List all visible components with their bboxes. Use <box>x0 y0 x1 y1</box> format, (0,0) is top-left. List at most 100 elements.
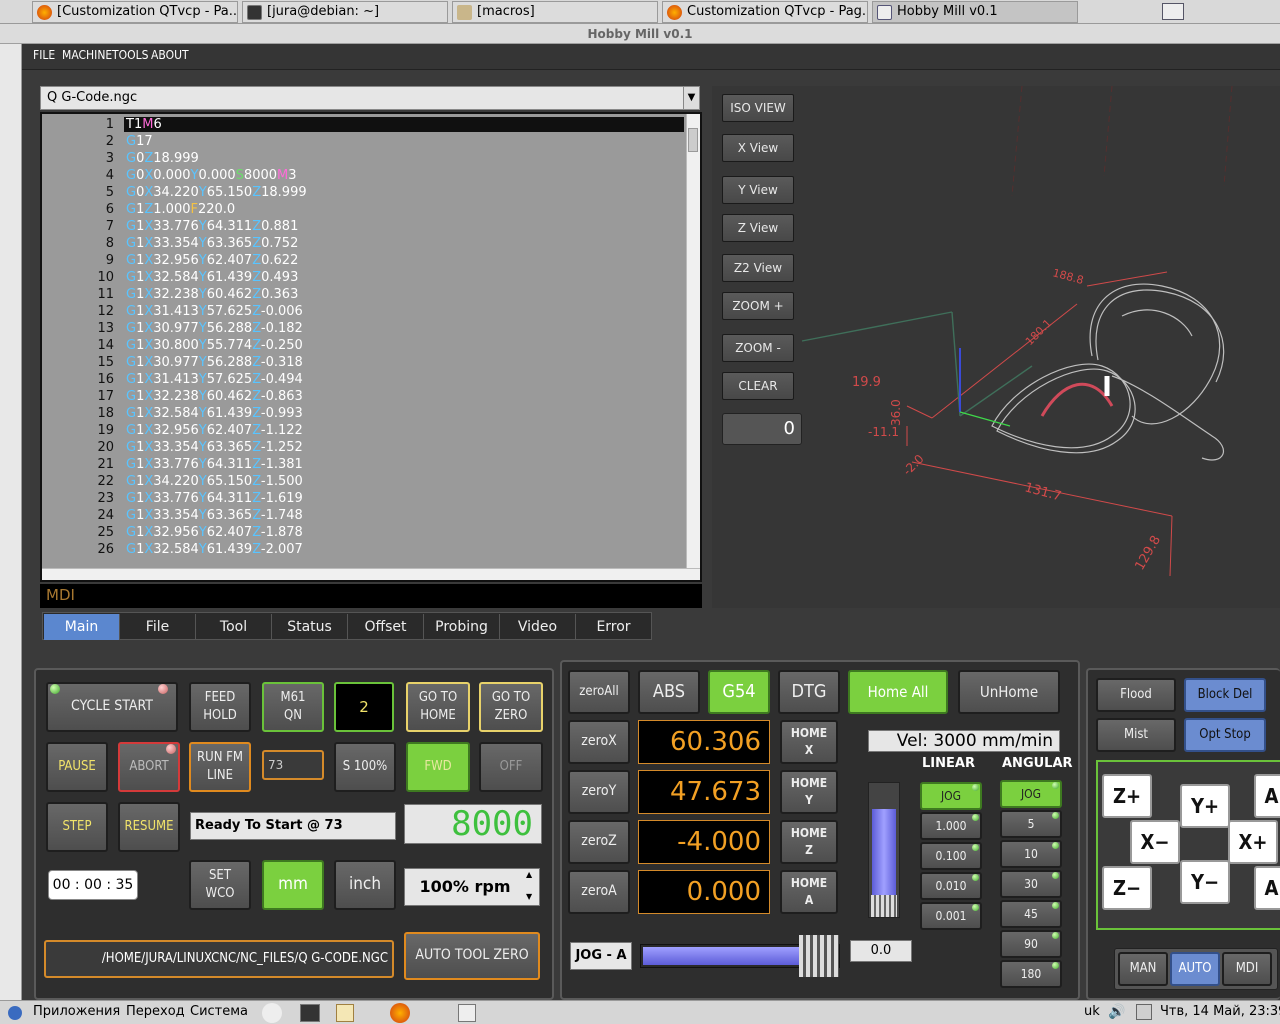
taskbar-tab-firefox-2[interactable]: Customization QTvcp - Pag... <box>662 1 868 23</box>
view-button-zoom-[interactable]: ZOOM - <box>722 334 794 362</box>
jog-a-minus-button[interactable]: A− <box>1254 866 1280 910</box>
firefox-icon[interactable] <box>390 1003 410 1023</box>
taskbar-tab-firefox-1[interactable]: [Customization QTvcp - Pa... <box>32 1 238 23</box>
gcode-line[interactable]: G1X30.977Y56.288Z-0.318 <box>126 355 303 370</box>
gcode-line[interactable]: G1X33.354Y63.365Z-1.252 <box>126 440 303 455</box>
clock[interactable]: Чтв, 14 Май, 23:39 <box>1160 1004 1280 1019</box>
gcode-line[interactable]: G1X32.956Y62.407Z0.622 <box>126 253 298 268</box>
menu-system[interactable]: Система <box>190 1004 248 1019</box>
terminal-icon[interactable] <box>300 1004 320 1022</box>
gcode-line[interactable]: G1X32.956Y62.407Z-1.878 <box>126 525 303 540</box>
menu-applications[interactable]: Приложения <box>33 1004 120 1019</box>
menu-about[interactable]: ABOUT <box>151 48 189 62</box>
view-button-iso-view[interactable]: ISO VIEW <box>722 94 794 122</box>
gcode-editor[interactable]: 1 2 3 4 5 6 7 8 9 10 11 12 13 14 15 16 17 18 19 20 21 22 23 24 2… <box>40 112 702 582</box>
run-from-line-button[interactable]: RUN FM LINE <box>189 742 251 792</box>
gcode-line[interactable]: G0Z18.999 <box>126 151 199 166</box>
jog-x-minus-button[interactable]: X− <box>1130 820 1180 864</box>
home-z-button[interactable]: HOME Z <box>780 820 838 864</box>
go-home-button[interactable]: GO TO HOME <box>406 682 470 732</box>
keyboard-layout[interactable]: uk <box>1084 1004 1100 1019</box>
zero-all-button[interactable]: zeroAll <box>568 670 630 714</box>
gcode-line[interactable]: G0X34.220Y65.150Z18.999 <box>126 185 307 200</box>
home-a-button[interactable]: HOME A <box>780 870 838 914</box>
inch-units-button[interactable]: inch <box>334 860 396 910</box>
taskbar-tab-hobby-mill[interactable]: Hobby Mill v0.1 <box>872 1 1078 23</box>
g54-button[interactable]: G54 <box>708 670 770 714</box>
taskbar-tab-folder[interactable]: [macros] <box>452 1 658 23</box>
run-line-input[interactable]: 73 <box>262 750 324 780</box>
mm-units-button[interactable]: mm <box>262 860 324 910</box>
horizontal-scrollbar[interactable] <box>42 568 700 580</box>
set-wco-button[interactable]: SET WCO <box>189 860 251 910</box>
spindle-off-button[interactable]: OFF <box>479 742 543 792</box>
tab-probing[interactable]: Probing <box>424 614 500 640</box>
zero-y-button[interactable]: zeroY <box>568 770 630 814</box>
jog-y-minus-button[interactable]: Y− <box>1180 860 1230 904</box>
resume-button[interactable]: RESUME <box>118 802 180 852</box>
home-x-button[interactable]: HOME X <box>780 720 838 764</box>
gcode-line[interactable]: G1X34.220Y65.150Z-1.500 <box>126 474 303 489</box>
mdi-input[interactable]: MDI <box>40 584 702 608</box>
show-desktop-icon[interactable] <box>1162 3 1184 20</box>
go-zero-button[interactable]: GO TO ZERO <box>479 682 543 732</box>
tab-tool[interactable]: Tool <box>196 614 272 640</box>
jog-x-plus-button[interactable]: X+ <box>1228 820 1278 864</box>
block-delete-button[interactable]: Block Del <box>1184 678 1266 712</box>
3d-preview[interactable]: 188.8 180.1 19.9 36.0 -11.1 -2.0 131.7 1… <box>712 86 1280 608</box>
vertical-scrollbar[interactable] <box>686 114 700 568</box>
jog-a-plus-button[interactable]: A+ <box>1254 774 1280 818</box>
trash-icon[interactable] <box>458 1004 476 1022</box>
gcode-line[interactable]: G1X30.977Y56.288Z-0.182 <box>126 321 303 336</box>
tab-error[interactable]: Error <box>576 614 652 640</box>
linux-icon[interactable] <box>262 1003 282 1023</box>
taskbar-tab-terminal[interactable]: [jura@debian: ~] <box>242 1 448 23</box>
gcode-line[interactable]: G1X33.776Y64.311Z-1.381 <box>126 457 303 472</box>
gcode-line[interactable]: G1X32.584Y61.439Z-0.993 <box>126 406 303 421</box>
gcode-line[interactable]: G1X32.584Y61.439Z-2.007 <box>126 542 303 557</box>
gcode-text[interactable]: T1M6 G17 G0Z18.999 G0X0.000Y0.000S8000M3 G0X… <box>124 114 686 568</box>
gcode-line[interactable]: G17 <box>126 134 153 149</box>
auto-tool-zero-button[interactable]: AUTO TOOL ZERO <box>404 932 540 980</box>
gcode-line[interactable]: G1X32.238Y60.462Z-0.863 <box>126 389 303 404</box>
gcode-line[interactable]: T1M6 <box>124 117 684 132</box>
feed-rate-slider[interactable] <box>868 782 900 918</box>
gcode-line[interactable]: G0X0.000Y0.000S8000M3 <box>126 168 297 183</box>
home-y-button[interactable]: HOME Y <box>780 770 838 814</box>
chevron-down-icon[interactable]: ▼ <box>683 87 699 109</box>
gcode-line[interactable]: G1X32.238Y60.462Z0.363 <box>126 287 298 302</box>
menu-machine[interactable]: MACHINE <box>62 48 112 62</box>
gcode-line[interactable]: G1X31.413Y57.625Z-0.006 <box>126 304 303 319</box>
spindle-fwd-button[interactable]: FWD <box>406 742 470 792</box>
view-button-y-view[interactable]: Y View <box>722 176 794 204</box>
gcode-file-select[interactable]: Q G-Code.ngc ▼ <box>40 86 700 110</box>
zero-x-button[interactable]: zeroX <box>568 720 630 764</box>
rpm-override-spinbox[interactable]: 100% rpm <box>404 868 540 906</box>
slider-handle[interactable] <box>871 895 897 917</box>
mode-man-button[interactable]: MAN <box>1118 952 1168 986</box>
pause-button[interactable]: PAUSE <box>46 742 108 792</box>
gcode-line[interactable]: G1X33.776Y64.311Z0.881 <box>126 219 298 234</box>
gcode-line[interactable]: G1X32.584Y61.439Z0.493 <box>126 270 298 285</box>
dtg-button[interactable]: DTG <box>778 670 840 714</box>
spin-up-icon[interactable]: ▲ <box>526 870 532 879</box>
text-editor-icon[interactable] <box>336 1004 354 1022</box>
gcode-line[interactable]: G1X31.413Y57.625Z-0.494 <box>126 372 303 387</box>
view-button-zoom-[interactable]: ZOOM + <box>722 292 794 320</box>
feed-hold-button[interactable]: FEED HOLD <box>189 682 251 732</box>
jog-z-plus-button[interactable]: Z+ <box>1102 774 1152 818</box>
volume-icon[interactable]: 🔊 <box>1108 1004 1125 1020</box>
step-button[interactable]: STEP <box>46 802 108 852</box>
menu-file[interactable]: FILE <box>33 48 55 62</box>
m61-button[interactable]: M61 QN <box>262 682 324 732</box>
unhome-button[interactable]: UnHome <box>958 670 1060 714</box>
slider-handle[interactable] <box>799 935 839 977</box>
view-button-x-view[interactable]: X View <box>722 134 794 162</box>
gcode-line[interactable]: G1X33.776Y64.311Z-1.619 <box>126 491 303 506</box>
tab-main[interactable]: Main <box>44 614 120 640</box>
view-button-z-view[interactable]: Z View <box>722 214 794 242</box>
gcode-line[interactable]: G1X30.800Y55.774Z-0.250 <box>126 338 303 353</box>
spin-down-icon[interactable]: ▼ <box>526 892 532 901</box>
gcode-line[interactable]: G1X32.956Y62.407Z-1.122 <box>126 423 303 438</box>
menu-tools[interactable]: TOOLS <box>112 48 148 62</box>
